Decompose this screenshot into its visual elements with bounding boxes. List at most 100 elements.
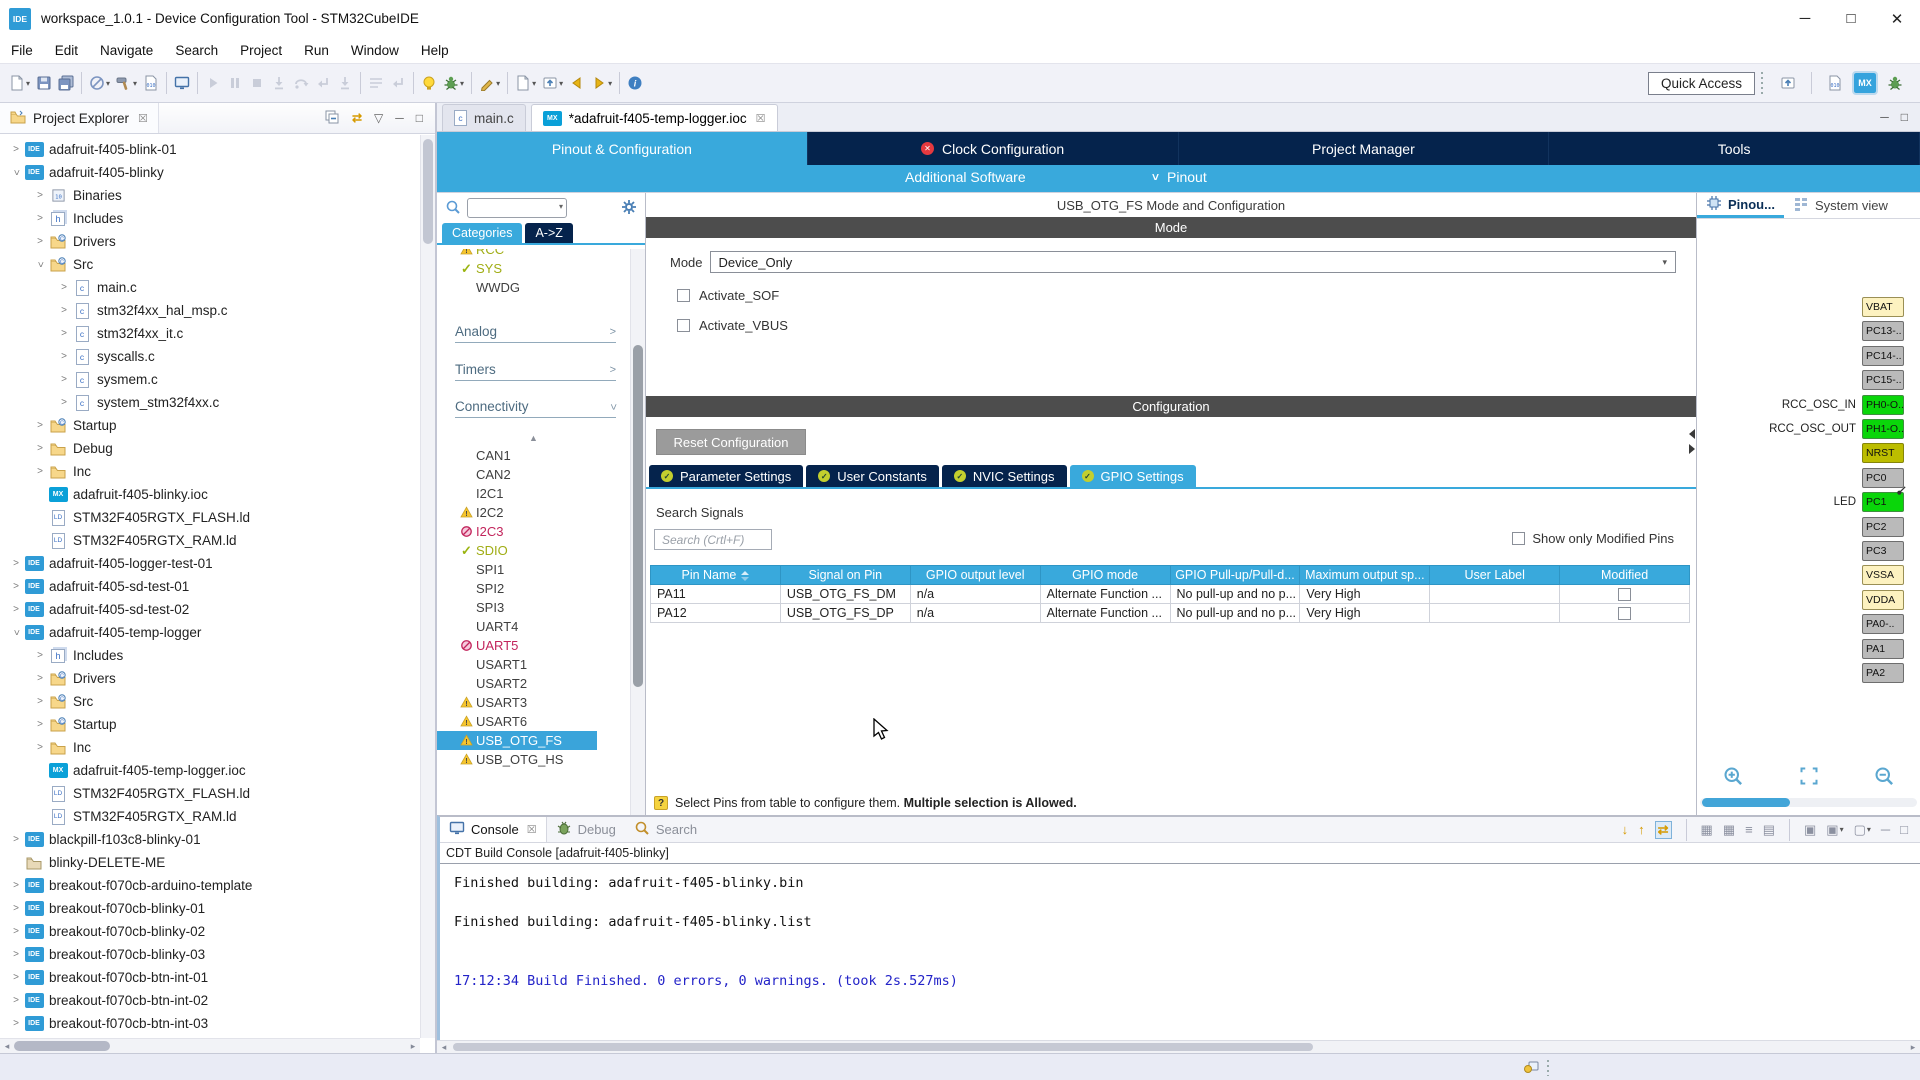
device-configuration-icon[interactable] xyxy=(171,71,193,95)
chevron-right-icon[interactable]: > xyxy=(8,880,24,891)
pin-PA0[interactable]: PA0-.. xyxy=(1862,614,1904,635)
chevron-right-icon[interactable]: > xyxy=(8,995,24,1006)
tab-parameter-settings[interactable]: ✓ Parameter Settings xyxy=(649,465,804,487)
new-launch-config-icon[interactable]: ▾ xyxy=(539,71,566,95)
editor-tab[interactable]: c main.c xyxy=(442,104,526,131)
editor-horizontal-scrollbar[interactable]: ◂ ▸ xyxy=(437,1040,1920,1053)
scroll-lock-icon[interactable]: ▦ xyxy=(1701,822,1713,838)
chevron-right-icon[interactable]: > xyxy=(8,834,24,845)
new-wizard-icon[interactable]: ▾ xyxy=(6,71,33,95)
peripheral-sys[interactable]: ✓ SYS xyxy=(437,259,630,278)
explorer-horizontal-scrollbar[interactable]: ◂ ▸ xyxy=(0,1038,420,1053)
tree-item[interactable]: > IDE adafruit-f405-blink-01 xyxy=(0,138,420,161)
pin-PC14[interactable]: PC14-.. xyxy=(1862,345,1904,366)
chevron-right-icon[interactable]: > xyxy=(8,926,24,937)
tree-item[interactable]: > h Includes xyxy=(0,644,420,667)
information-icon[interactable]: i xyxy=(624,71,646,95)
skip-breakpoints-icon[interactable]: ▾ xyxy=(86,71,113,95)
section-analog[interactable]: Analog > xyxy=(455,321,616,343)
peripheral-usart1[interactable]: USART1 xyxy=(437,655,630,674)
peripheral-usart3[interactable]: ! USART3 xyxy=(437,693,630,712)
peripheral-usart6[interactable]: ! USART6 xyxy=(437,712,630,731)
maximize-icon[interactable]: □ xyxy=(416,111,423,125)
tree-item[interactable]: >10 Binaries xyxy=(0,184,420,207)
peripheral-usb_otg_hs[interactable]: ! USB_OTG_HS xyxy=(437,750,630,769)
chevron-right-icon[interactable]: > xyxy=(56,305,72,316)
use-step-filters-icon[interactable] xyxy=(387,71,409,95)
peripheral-i2c1[interactable]: I2C1 xyxy=(437,484,630,503)
tree-item[interactable]: > IDE adafruit-f405-sd-test-02 xyxy=(0,598,420,621)
chevron-right-icon[interactable]: > xyxy=(8,558,24,569)
close-icon[interactable]: ☒ xyxy=(138,112,148,125)
close-icon[interactable]: ☒ xyxy=(527,823,537,836)
link-editor-icon[interactable]: ⇄ xyxy=(352,111,362,125)
pin-VBAT[interactable]: VBAT xyxy=(1862,297,1904,317)
tree-item[interactable]: blinky-DELETE-ME xyxy=(0,851,420,874)
peripheral-spi3[interactable]: SPI3 xyxy=(437,598,630,617)
open-console-icon[interactable]: ▢ ▾ xyxy=(1854,822,1871,838)
mode-dropdown[interactable]: Device_Only ▾ xyxy=(709,251,1676,273)
pin-VDDA[interactable]: VDDA xyxy=(1862,589,1904,610)
tree-item[interactable]: > C Src xyxy=(0,690,420,713)
menu-edit[interactable]: Edit xyxy=(44,43,89,58)
pin-PC0[interactable]: PC0 xyxy=(1862,467,1904,488)
lock-console-icon[interactable]: ▦ xyxy=(1723,822,1735,838)
pin-PC2[interactable]: PC2 xyxy=(1862,516,1904,537)
chevron-right-icon[interactable]: > xyxy=(32,673,48,684)
step-return-icon[interactable] xyxy=(334,71,356,95)
gear-icon[interactable] xyxy=(621,199,637,218)
pin-VSSA[interactable]: VSSA xyxy=(1862,565,1904,586)
menu-search[interactable]: Search xyxy=(164,43,229,58)
activate-vbus-checkbox[interactable] xyxy=(677,319,690,332)
chevron-right-icon[interactable]: > xyxy=(8,949,24,960)
chevron-right-icon[interactable]: > xyxy=(8,903,24,914)
tree-item[interactable]: > Inc xyxy=(0,736,420,759)
pin-PA2[interactable]: PA2 xyxy=(1862,663,1904,683)
menu-help[interactable]: Help xyxy=(410,43,460,58)
pinout-menu-button[interactable]: > Pinout xyxy=(1149,169,1207,185)
chevron-right-icon[interactable]: > xyxy=(32,696,48,707)
tree-item[interactable]: > C Startup xyxy=(0,414,420,437)
console-output[interactable]: Finished building: adafruit-f405-blinky.… xyxy=(440,864,1920,1040)
reset-configuration-button[interactable]: Reset Configuration xyxy=(656,429,806,455)
collapse-all-icon[interactable] xyxy=(324,109,340,128)
peripheral-can2[interactable]: CAN2 xyxy=(437,465,630,484)
tab-clock-configuration[interactable]: ✕ Clock Configuration xyxy=(807,132,1179,165)
tree-item[interactable]: LD STM32F405RGTX_RAM.ld xyxy=(0,529,420,552)
forward-icon[interactable]: ▾ xyxy=(588,71,615,95)
tree-item[interactable]: > IDE blackpill-f103c8-blinky-01 xyxy=(0,828,420,851)
peripheral-usb_otg_fs[interactable]: ! USB_OTG_FS xyxy=(437,731,597,750)
scroll-to-bottom-icon[interactable]: ↓ xyxy=(1622,822,1629,837)
peripheral-search-input[interactable]: ▾ xyxy=(467,198,567,218)
column-header[interactable]: User Label xyxy=(1429,565,1561,585)
tab-system-view[interactable]: System view xyxy=(1784,193,1897,218)
tree-item[interactable]: > IDE adafruit-f405-logger-test-01 xyxy=(0,552,420,575)
tab-project-explorer[interactable]: Project Explorer ☒ xyxy=(0,103,159,133)
maximize-icon[interactable]: □ xyxy=(1901,110,1908,124)
tree-item[interactable]: > IDE adafruit-f405-temp-logger xyxy=(0,621,420,644)
peripheral-usart2[interactable]: USART2 xyxy=(437,674,630,693)
launch-progress-icon[interactable] xyxy=(1523,1058,1539,1077)
tab-debug[interactable]: Debug xyxy=(547,817,625,842)
tab-tools[interactable]: Tools xyxy=(1549,132,1920,165)
chevron-right-icon[interactable]: > xyxy=(32,719,48,730)
menu-window[interactable]: Window xyxy=(340,43,410,58)
close-button[interactable]: ✕ xyxy=(1874,0,1920,37)
tree-item[interactable]: > c stm32f4xx_it.c xyxy=(0,322,420,345)
step-into-icon[interactable] xyxy=(290,71,312,95)
tree-item[interactable]: MX adafruit-f405-temp-logger.ioc xyxy=(0,759,420,782)
tree-item[interactable]: > Inc xyxy=(0,460,420,483)
chevron-down-icon[interactable]: > xyxy=(11,165,22,181)
peripheral-uart4[interactable]: UART4 xyxy=(437,617,630,636)
word-wrap-icon[interactable]: ⇄ xyxy=(1654,820,1672,839)
column-header[interactable]: Pin Name xyxy=(650,565,781,585)
peripheral-sdio[interactable]: ✓ SDIO xyxy=(437,541,630,560)
tree-item[interactable]: > Debug xyxy=(0,437,420,460)
additional-software-button[interactable]: Additional Software xyxy=(905,169,1026,185)
tree-item[interactable]: > IDE breakout-f070cb-btn-int-03 xyxy=(0,1012,420,1035)
peripheral-wwdg[interactable]: WWDG xyxy=(437,278,630,297)
pinout-canvas[interactable]: VBAT PC13-.. PC14-.. PC15-.. PH0-O.. RCC_OSC_… xyxy=(1697,219,1920,815)
mx-perspective-icon[interactable]: MX xyxy=(1852,71,1878,95)
chevron-down-icon[interactable]: > xyxy=(35,257,46,273)
external-tools-icon[interactable] xyxy=(418,71,440,95)
